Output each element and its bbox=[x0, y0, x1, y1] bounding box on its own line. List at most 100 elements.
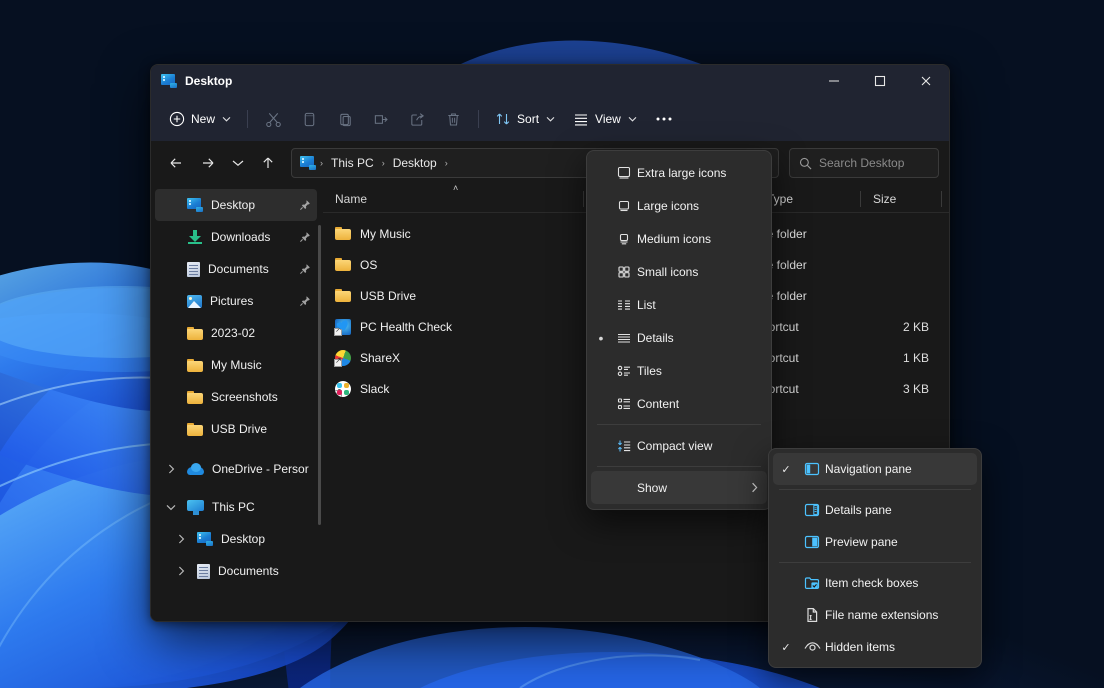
cell-size: 2 KB bbox=[860, 320, 941, 334]
minimize-button[interactable] bbox=[811, 65, 857, 97]
folder-icon bbox=[335, 227, 351, 240]
chevron-right-icon bbox=[751, 482, 759, 493]
sidebar-item-label: 2023-02 bbox=[211, 326, 311, 340]
ellipsis-icon bbox=[655, 116, 673, 122]
address-bar-row: › This PC › Desktop › Search Desktop bbox=[151, 141, 949, 185]
sidebar-item-desktop[interactable]: Desktop bbox=[155, 189, 317, 221]
new-button[interactable]: New bbox=[161, 104, 239, 134]
menu-item-label: Large icons bbox=[637, 199, 759, 213]
folder-icon bbox=[187, 391, 203, 404]
copy-button[interactable] bbox=[292, 104, 326, 134]
breadcrumb-item-this-pc[interactable]: This PC bbox=[327, 154, 378, 172]
menu-item-details[interactable]: • Details bbox=[591, 321, 767, 354]
forward-button[interactable] bbox=[193, 148, 223, 178]
menu-item-hidden-items[interactable]: ✓ Hidden items bbox=[773, 631, 977, 663]
recent-locations-button[interactable] bbox=[225, 148, 251, 178]
toolbar-divider bbox=[247, 110, 248, 128]
clipboard-icon bbox=[337, 111, 354, 128]
breadcrumb-separator-trailing[interactable]: › bbox=[444, 158, 449, 168]
share-icon bbox=[409, 111, 426, 128]
sidebar-item-usb-drive[interactable]: USB Drive bbox=[155, 413, 317, 445]
file-name: OS bbox=[360, 258, 377, 272]
sort-button[interactable]: Sort bbox=[487, 104, 563, 134]
shortcut-badge-icon bbox=[335, 390, 342, 397]
sidebar-item-onedrive[interactable]: OneDrive - Persor bbox=[155, 453, 317, 485]
menu-item-preview-pane[interactable]: Preview pane bbox=[773, 526, 977, 558]
toolbar-divider-2 bbox=[478, 110, 479, 128]
sidebar-item-2023-02[interactable]: 2023-02 bbox=[155, 317, 317, 349]
sidebar-item-downloads[interactable]: Downloads bbox=[155, 221, 317, 253]
menu-item-label: Extra large icons bbox=[637, 166, 759, 180]
sidebar-item-thispc-documents[interactable]: Documents bbox=[155, 555, 317, 587]
slack-icon bbox=[335, 381, 351, 397]
up-button[interactable] bbox=[253, 148, 283, 178]
pin-icon bbox=[299, 263, 311, 275]
menu-item-item-check-boxes[interactable]: Item check boxes bbox=[773, 567, 977, 599]
navigation-pane: Desktop Downloads Documents bbox=[151, 185, 323, 622]
sidebar-item-thispc-desktop[interactable]: Desktop bbox=[155, 523, 317, 555]
view-button[interactable]: View bbox=[565, 104, 645, 134]
chevron-down-icon bbox=[222, 116, 231, 122]
check-icon: ✓ bbox=[773, 641, 799, 654]
chevron-right-icon[interactable] bbox=[173, 534, 189, 544]
sidebar-scrollbar[interactable] bbox=[318, 225, 321, 525]
search-placeholder: Search Desktop bbox=[819, 156, 904, 170]
window-controls bbox=[811, 65, 949, 97]
menu-item-medium-icons[interactable]: Medium icons bbox=[591, 222, 767, 255]
menu-item-list[interactable]: List bbox=[591, 288, 767, 321]
share-button[interactable] bbox=[400, 104, 434, 134]
column-header-name[interactable]: ˄ Name bbox=[323, 185, 583, 213]
breadcrumb-separator: › bbox=[381, 158, 386, 168]
small-icons-icon bbox=[611, 264, 637, 280]
sidebar-item-this-pc[interactable]: This PC bbox=[155, 491, 317, 523]
sidebar-item-my-music[interactable]: My Music bbox=[155, 349, 317, 381]
breadcrumb-separator: › bbox=[319, 158, 324, 168]
chevron-right-icon[interactable] bbox=[173, 566, 189, 576]
medium-icons-icon bbox=[611, 231, 637, 247]
cut-button[interactable] bbox=[256, 104, 290, 134]
cloud-icon bbox=[187, 463, 204, 475]
rename-button[interactable] bbox=[364, 104, 398, 134]
folder-icon bbox=[187, 327, 203, 340]
maximize-button[interactable] bbox=[857, 65, 903, 97]
title-bar[interactable]: Desktop bbox=[151, 65, 949, 97]
menu-item-details-pane[interactable]: Details pane bbox=[773, 494, 977, 526]
pin-icon bbox=[299, 199, 311, 211]
menu-item-content[interactable]: Content bbox=[591, 387, 767, 420]
sidebar-item-label: OneDrive - Persor bbox=[212, 462, 311, 476]
menu-item-large-icons[interactable]: Large icons bbox=[591, 189, 767, 222]
menu-item-label: Details pane bbox=[825, 503, 892, 517]
sidebar-item-pictures[interactable]: Pictures bbox=[155, 285, 317, 317]
back-button[interactable] bbox=[161, 148, 191, 178]
desktop-icon bbox=[161, 74, 177, 88]
breadcrumb-item-desktop[interactable]: Desktop bbox=[389, 154, 441, 172]
column-divider[interactable] bbox=[941, 191, 942, 207]
file-name: ShareX bbox=[360, 351, 400, 365]
sidebar-item-documents[interactable]: Documents bbox=[155, 253, 317, 285]
delete-button[interactable] bbox=[436, 104, 470, 134]
menu-item-tiles[interactable]: Tiles bbox=[591, 354, 767, 387]
paste-button[interactable] bbox=[328, 104, 362, 134]
search-input[interactable]: Search Desktop bbox=[789, 148, 939, 178]
menu-item-small-icons[interactable]: Small icons bbox=[591, 255, 767, 288]
menu-item-compact-view[interactable]: Compact view bbox=[591, 429, 767, 462]
menu-item-file-name-extensions[interactable]: File name extensions bbox=[773, 599, 977, 631]
menu-item-label: Medium icons bbox=[637, 232, 759, 246]
see-more-button[interactable] bbox=[647, 104, 681, 134]
menu-item-show[interactable]: Show bbox=[591, 471, 767, 504]
desktop-icon bbox=[197, 532, 213, 546]
sidebar-item-screenshots[interactable]: Screenshots bbox=[155, 381, 317, 413]
pin-icon bbox=[299, 231, 311, 243]
menu-item-navigation-pane[interactable]: ✓ Navigation pane bbox=[773, 453, 977, 485]
close-button[interactable] bbox=[903, 65, 949, 97]
folder-icon bbox=[187, 423, 203, 436]
sort-arrows-icon bbox=[495, 111, 511, 127]
menu-item-extra-large-icons[interactable]: Extra large icons bbox=[591, 156, 767, 189]
column-header-size[interactable]: Size bbox=[861, 185, 941, 213]
shortcut-badge-icon bbox=[334, 328, 342, 336]
cell-name: USB Drive bbox=[323, 289, 583, 303]
document-icon bbox=[197, 564, 210, 579]
menu-item-label: Navigation pane bbox=[825, 462, 912, 476]
chevron-right-icon[interactable] bbox=[163, 464, 179, 474]
chevron-down-icon[interactable] bbox=[163, 504, 179, 511]
